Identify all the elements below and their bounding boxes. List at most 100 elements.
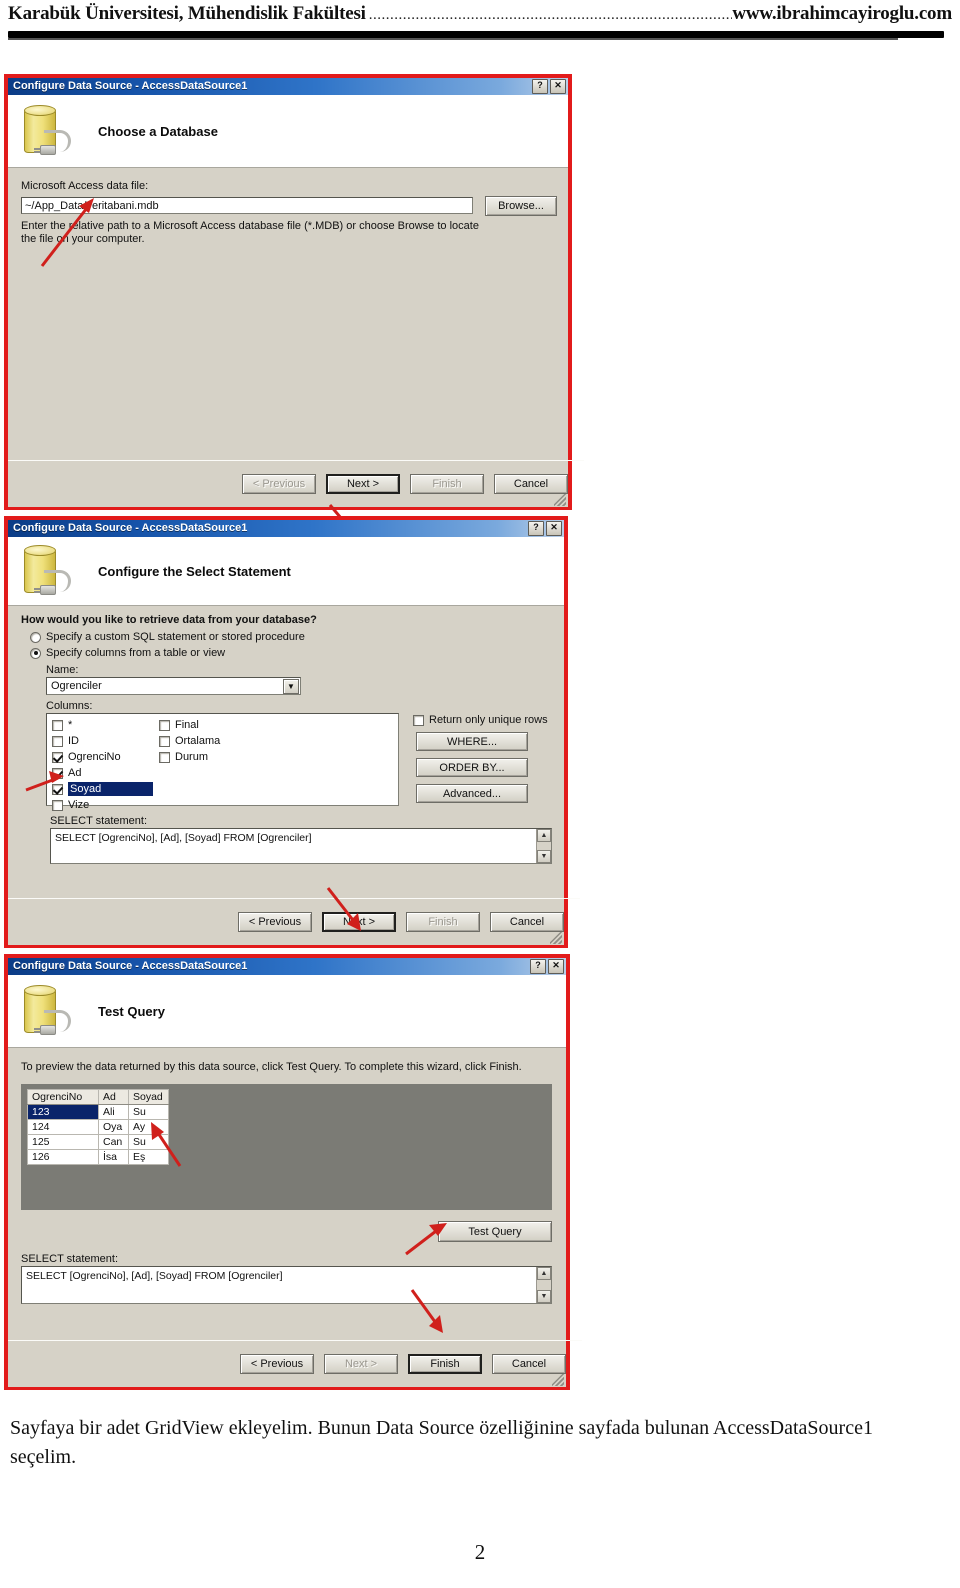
advanced-button[interactable]: Advanced... [416,784,528,803]
column-header-ogrencino[interactable]: OgrenciNo [27,1089,99,1105]
dialog1-window-buttons[interactable]: ? ✕ [532,79,566,94]
browse-button[interactable]: Browse... [485,196,557,216]
checkbox-icon[interactable] [52,719,63,731]
previous-button: < Previous [242,474,316,494]
close-icon[interactable]: ✕ [550,79,566,94]
cell-ad[interactable]: Oya [98,1119,129,1135]
column-item[interactable]: ID [52,733,153,749]
column-header-soyad[interactable]: Soyad [128,1089,169,1105]
dialog2-navigation-bar: < Previous Next > Finish Cancel [8,898,580,945]
cancel-button[interactable]: Cancel [492,1354,566,1374]
previous-button[interactable]: < Previous [238,912,312,932]
previous-button[interactable]: < Previous [240,1354,314,1374]
where-button[interactable]: WHERE... [416,732,528,751]
radio-columns-from-table[interactable]: Specify columns from a table or view [30,647,225,659]
cell-soyad[interactable]: Su [128,1104,169,1120]
access-file-input[interactable]: ~/App_Data/veritabani.mdb [21,197,473,214]
cell-soyad[interactable]: Ay [128,1119,169,1135]
scroll-up-icon[interactable]: ▲ [537,829,551,842]
checkbox-icon[interactable] [159,751,170,763]
close-icon[interactable]: ✕ [546,521,562,536]
checkbox-icon[interactable] [52,751,63,763]
next-button[interactable]: Next > [326,474,400,494]
cell-ogrencino[interactable]: 126 [27,1149,99,1165]
next-button[interactable]: Next > [322,912,396,932]
help-icon[interactable]: ? [532,79,548,94]
table-row[interactable]: 124 Oya Ay [27,1119,169,1135]
column-label: Durum [175,751,209,763]
retrieve-data-question: How would you like to retrieve data from… [21,614,317,626]
cell-ad[interactable]: İsa [98,1149,129,1165]
scroll-down-icon[interactable]: ▼ [537,850,551,863]
column-item[interactable]: * [52,717,153,733]
table-row[interactable]: 123 Ali Su [27,1104,169,1120]
close-icon[interactable]: ✕ [548,959,564,974]
checkbox-icon[interactable] [52,767,63,779]
scroll-up-icon[interactable]: ▲ [537,1267,551,1280]
dialog3-window-buttons[interactable]: ? ✕ [530,959,564,974]
dialog-choose-a-database[interactable]: Configure Data Source - AccessDataSource… [4,74,584,510]
cell-ogrencino[interactable]: 123 [27,1104,99,1120]
column-item-selected[interactable]: Soyad [52,781,154,797]
table-row[interactable]: 125 Can Su [27,1134,169,1150]
cancel-button[interactable]: Cancel [490,912,564,932]
checkbox-icon[interactable] [413,714,424,726]
results-grid-panel[interactable]: OgrenciNo Ad Soyad 123 Ali Su 124 Oya Ay… [21,1084,552,1210]
dialog1-banner: Choose a Database [8,95,568,168]
column-item[interactable]: Durum [159,749,220,765]
radio-button-icon[interactable] [30,647,41,659]
cell-ogrencino[interactable]: 124 [27,1119,99,1135]
column-item[interactable]: Ortalama [159,733,220,749]
next-button: Next > [324,1354,398,1374]
dialog-configure-select-statement[interactable]: Configure Data Source - AccessDataSource… [4,516,580,948]
results-grid[interactable]: OgrenciNo Ad Soyad 123 Ali Su 124 Oya Ay… [27,1089,169,1165]
column-item[interactable]: Vize [52,797,153,813]
radio-custom-sql-label: Specify a custom SQL statement or stored… [46,631,305,643]
column-label: Final [175,719,199,731]
select-statement-scrollbar[interactable]: ▲ ▼ [536,829,551,863]
radio-button-icon[interactable] [30,631,41,643]
dialog3-body: To preview the data returned by this dat… [8,1048,582,1387]
cell-ogrencino[interactable]: 125 [27,1134,99,1150]
cell-ad[interactable]: Can [98,1134,129,1150]
select-statement-box[interactable]: SELECT [OgrenciNo], [Ad], [Soyad] FROM [… [50,828,552,864]
cell-soyad[interactable]: Su [128,1134,169,1150]
table-name-combobox[interactable]: Ogrenciler ▼ [46,677,301,695]
order-by-button[interactable]: ORDER BY... [416,758,528,777]
cell-ad[interactable]: Ali [98,1104,129,1120]
resize-grip-icon[interactable] [554,494,566,506]
dialog3-titlebar[interactable]: Configure Data Source - AccessDataSource… [8,958,566,975]
database-icon [18,544,71,598]
return-unique-rows-checkbox[interactable]: Return only unique rows [413,714,548,726]
cell-soyad[interactable]: Eş [128,1149,169,1165]
select-statement-scrollbar[interactable]: ▲ ▼ [536,1267,551,1303]
dialog1-titlebar[interactable]: Configure Data Source - AccessDataSource… [8,78,568,95]
test-query-button[interactable]: Test Query [438,1221,552,1242]
cancel-button[interactable]: Cancel [494,474,568,494]
dialog2-titlebar[interactable]: Configure Data Source - AccessDataSource… [8,520,564,537]
finish-button[interactable]: Finish [408,1354,482,1374]
checkbox-icon[interactable] [52,783,63,795]
resize-grip-icon[interactable] [552,1374,564,1386]
column-header-ad[interactable]: Ad [98,1089,129,1105]
dialog2-window-buttons[interactable]: ? ✕ [528,521,562,536]
column-item[interactable]: Final [159,717,220,733]
column-item[interactable]: Ad [52,765,153,781]
scroll-down-icon[interactable]: ▼ [537,1290,551,1303]
checkbox-icon[interactable] [52,799,63,811]
table-row[interactable]: 126 İsa Eş [27,1149,169,1165]
help-icon[interactable]: ? [530,959,546,974]
help-icon[interactable]: ? [528,521,544,536]
checkbox-icon[interactable] [159,735,170,747]
select-statement-box[interactable]: SELECT [OgrenciNo], [Ad], [Soyad] FROM [… [21,1266,552,1304]
resize-grip-icon[interactable] [550,932,562,944]
checkbox-icon[interactable] [159,719,170,731]
checkbox-icon[interactable] [52,735,63,747]
column-item[interactable]: OgrenciNo [52,749,153,765]
columns-right-group: Final Ortalama Durum [159,717,220,765]
caption-line-2: seçelim. [10,1446,77,1468]
columns-listbox[interactable]: * ID OgrenciNo Ad Soyad Vize Final Ortal… [46,713,399,811]
radio-custom-sql[interactable]: Specify a custom SQL statement or stored… [30,631,305,643]
dialog-test-query[interactable]: Configure Data Source - AccessDataSource… [4,954,582,1390]
chevron-down-icon[interactable]: ▼ [283,678,299,694]
